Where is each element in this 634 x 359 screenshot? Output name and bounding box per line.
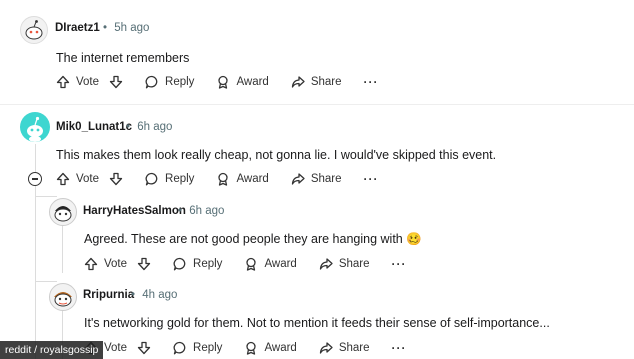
vote-label: Vote (76, 173, 100, 185)
comment-meta: • 6h ago (126, 121, 172, 133)
username[interactable]: Rripurnia (83, 289, 134, 301)
comment-actions: Vote Reply Award Share ··· (84, 339, 429, 357)
award-label: Award (264, 258, 297, 270)
downvote-icon[interactable] (137, 341, 151, 355)
award-icon (246, 341, 257, 355)
meta-separator: • (178, 205, 183, 217)
reply-label: Reply (165, 173, 195, 185)
vote-control: Vote (84, 257, 151, 271)
avatar[interactable] (49, 198, 77, 226)
comment-body: This makes them look really cheap, not g… (56, 148, 497, 162)
vote-label: Vote (76, 76, 100, 88)
comment-actions: Vote Reply Award Share ··· (56, 73, 401, 91)
vote-control: Vote (56, 75, 123, 89)
downvote-icon[interactable] (137, 257, 151, 271)
share-button[interactable]: Share (291, 172, 342, 186)
reply-label: Reply (165, 76, 195, 88)
comment-actions: Vote Reply Award Share ··· (56, 170, 401, 188)
meta-separator: • (131, 289, 136, 301)
collapse-thread-button[interactable] (28, 172, 42, 186)
reply-label: Reply (193, 342, 223, 354)
snoo-avatar-icon (54, 292, 72, 307)
award-button[interactable]: Award (244, 341, 297, 355)
share-button[interactable]: Share (319, 341, 370, 355)
reply-button[interactable]: Reply (145, 172, 194, 186)
reply-button[interactable]: Reply (145, 75, 194, 89)
divider (0, 104, 634, 105)
reply-button[interactable]: Reply (173, 341, 222, 355)
share-label: Share (338, 258, 370, 270)
more-options-button[interactable]: ··· (392, 257, 407, 271)
timestamp[interactable]: 5h ago (114, 22, 149, 34)
award-icon (218, 172, 229, 186)
upvote-icon[interactable] (84, 257, 98, 271)
vote-control: Vote (56, 172, 123, 186)
more-options-button[interactable]: ··· (364, 75, 379, 89)
comment-meta: • 6h ago (178, 205, 224, 217)
share-icon (319, 342, 333, 354)
share-button[interactable]: Share (291, 75, 342, 89)
comment-body: The internet remembers (56, 51, 190, 65)
award-button[interactable]: Award (244, 257, 297, 271)
award-label: Award (236, 76, 269, 88)
snoo-avatar-icon (27, 116, 43, 142)
vote-label: Vote (104, 342, 128, 354)
share-label: Share (310, 173, 342, 185)
reply-icon (173, 341, 186, 355)
award-label: Award (264, 342, 297, 354)
vote-label: Vote (104, 258, 128, 270)
comment-meta: • 5h ago (103, 22, 149, 34)
reply-icon (145, 75, 158, 89)
avatar[interactable] (20, 112, 50, 142)
username[interactable]: Mik0_Lunat1c (56, 121, 132, 133)
share-button[interactable]: Share (319, 257, 370, 271)
award-icon (246, 257, 257, 271)
thread-line-reply-1 (62, 225, 63, 273)
more-options-button[interactable]: ··· (392, 341, 407, 355)
timestamp[interactable]: 6h ago (189, 205, 224, 217)
timestamp[interactable]: 4h ago (142, 289, 177, 301)
downvote-icon[interactable] (109, 75, 123, 89)
username[interactable]: DIraetz1 (55, 22, 100, 34)
share-icon (319, 258, 333, 270)
upvote-icon[interactable] (56, 172, 70, 186)
share-label: Share (338, 342, 370, 354)
upvote-icon[interactable] (56, 75, 70, 89)
avatar[interactable] (49, 283, 77, 311)
award-button[interactable]: Award (216, 75, 269, 89)
comment-body: Agreed. These are not good people they a… (84, 232, 422, 246)
snoo-avatar-icon (54, 206, 72, 222)
award-button[interactable]: Award (216, 172, 269, 186)
reply-icon (145, 172, 158, 186)
reply-label: Reply (193, 258, 223, 270)
reply-button[interactable]: Reply (173, 257, 222, 271)
avatar[interactable] (20, 16, 48, 44)
timestamp[interactable]: 6h ago (137, 121, 172, 133)
share-label: Share (310, 76, 342, 88)
more-options-button[interactable]: ··· (364, 172, 379, 186)
award-icon (218, 75, 229, 89)
snoo-avatar-icon (25, 20, 43, 40)
meta-separator: • (126, 121, 131, 133)
reply-icon (173, 257, 186, 271)
share-icon (291, 173, 305, 185)
thread-line-branch-1 (35, 196, 57, 197)
downvote-icon[interactable] (109, 172, 123, 186)
username[interactable]: HarryHatesSalmon (83, 205, 186, 217)
comment-body: It's networking gold for them. Not to me… (84, 316, 550, 330)
share-icon (291, 76, 305, 88)
comment-actions: Vote Reply Award Share ··· (84, 255, 429, 273)
source-watermark: reddit / royalsgossip (0, 341, 104, 359)
thread-line-branch-2 (35, 281, 57, 282)
award-label: Award (236, 173, 269, 185)
meta-separator: • (103, 22, 108, 34)
comment-meta: • 4h ago (131, 289, 177, 301)
